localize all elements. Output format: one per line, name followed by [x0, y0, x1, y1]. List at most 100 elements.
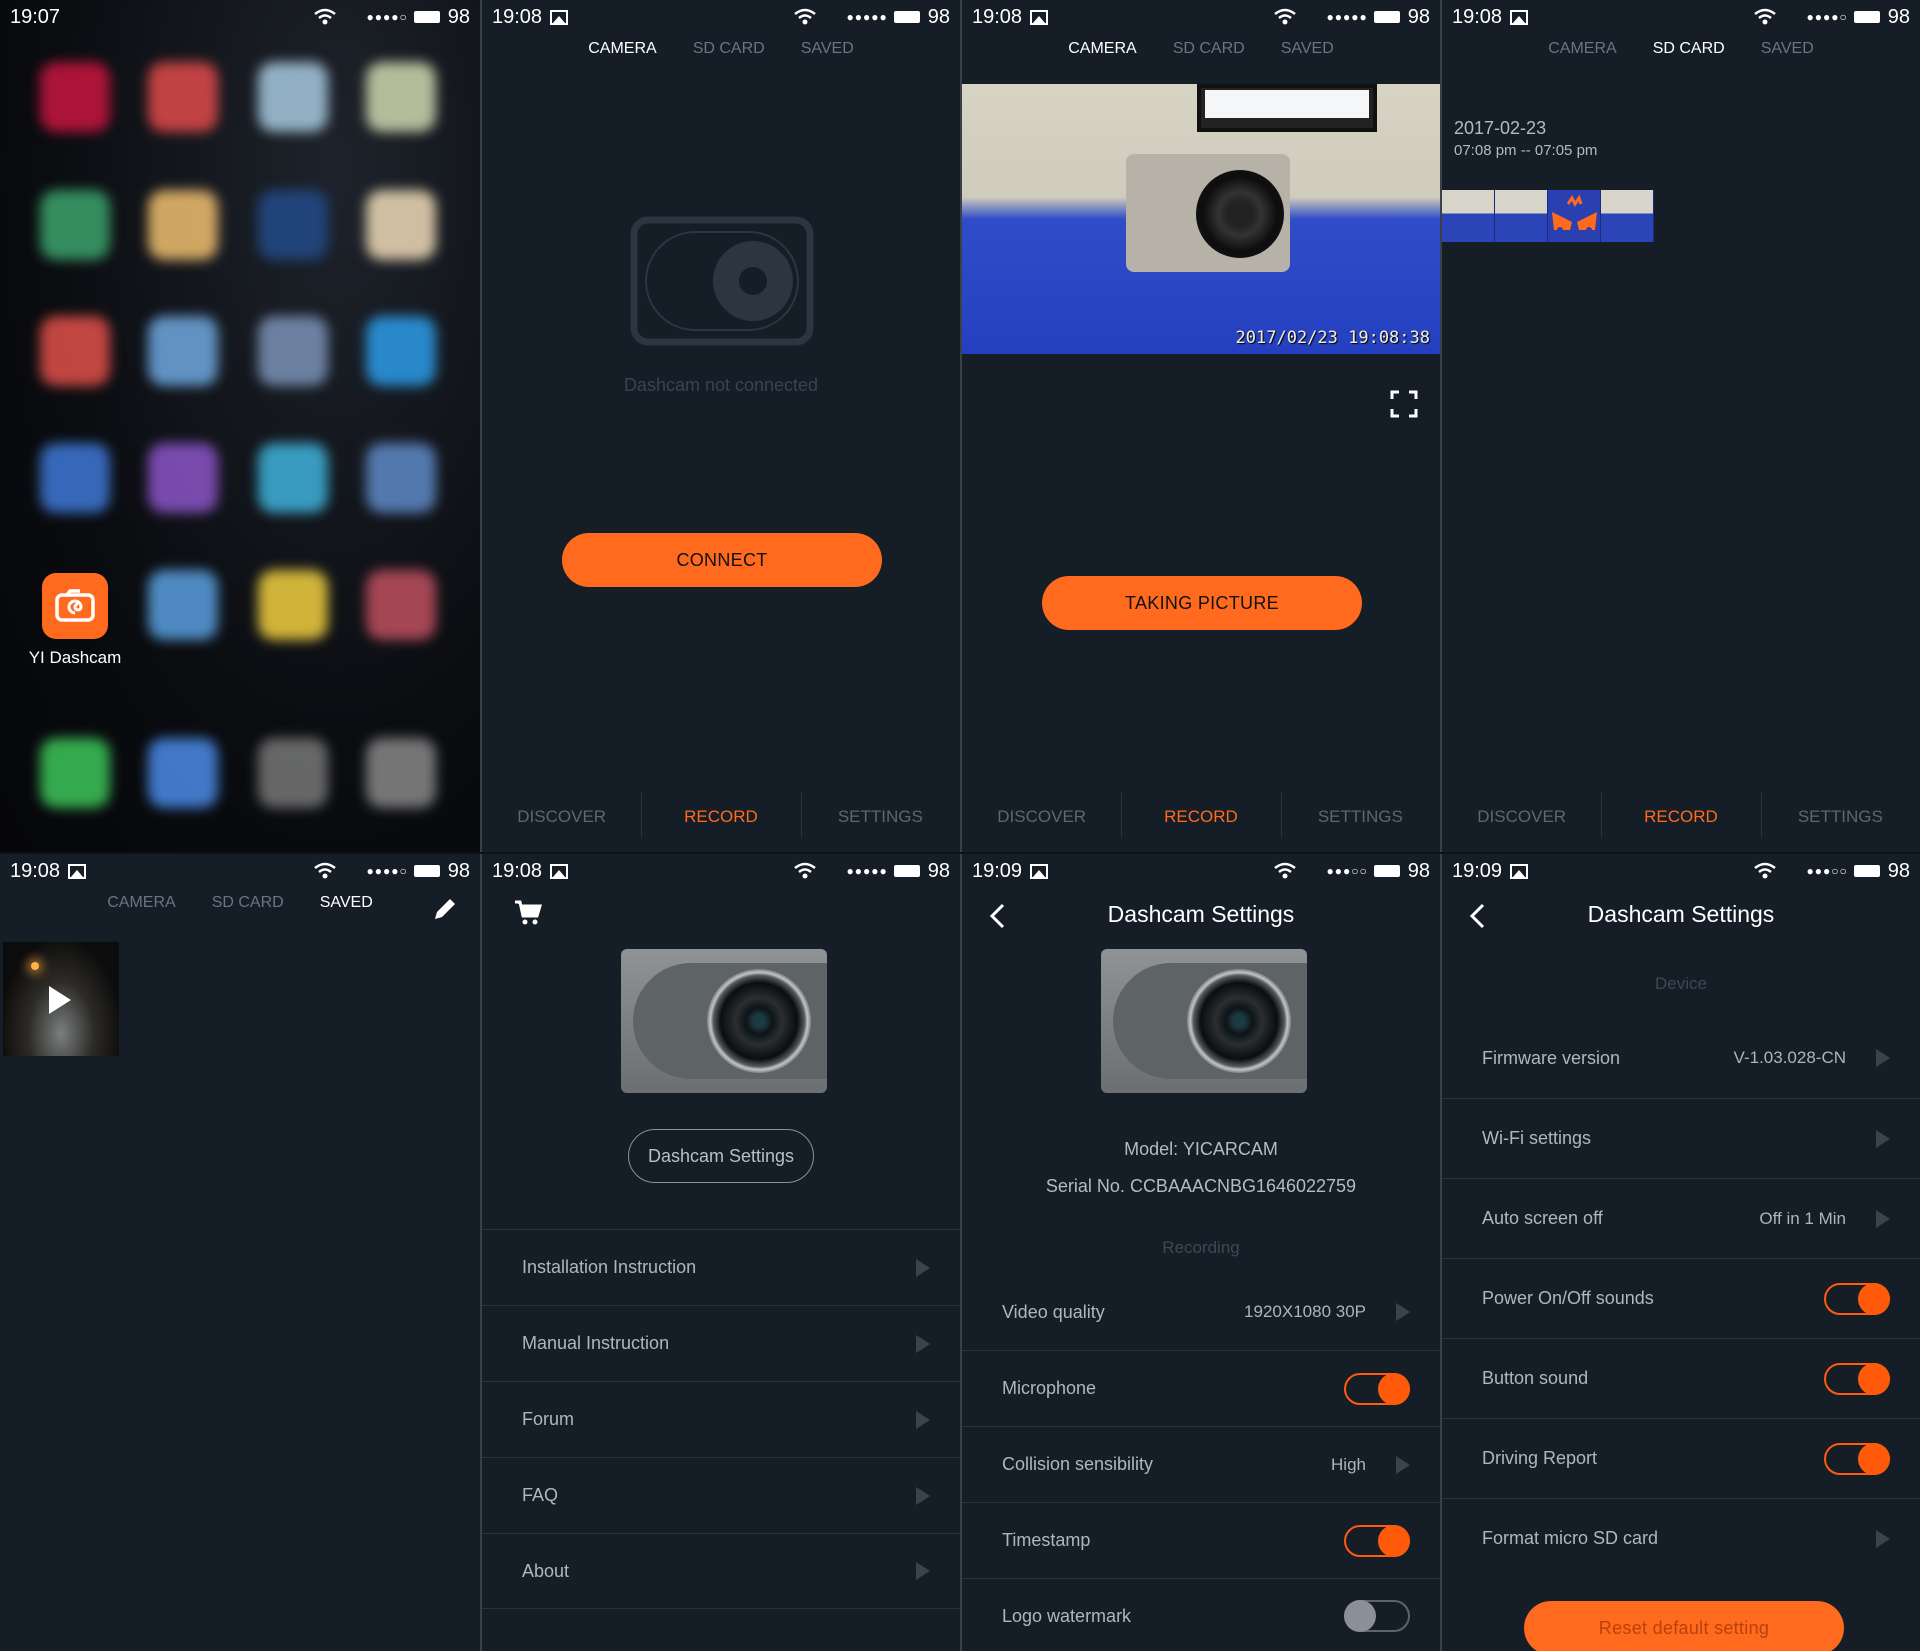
play-icon[interactable] [49, 986, 71, 1014]
tab-sd-card[interactable]: SD CARD [1653, 40, 1725, 72]
setting-auto-screen-off[interactable]: Auto screen off Off in 1 Min [1442, 1178, 1920, 1258]
device-serial: Serial No. CCBAAACNBG1646022759 [1045, 1176, 1357, 1196]
blurred-app-icon[interactable] [148, 316, 218, 386]
setting-collision-sensibility[interactable]: Collision sensibility High [962, 1426, 1440, 1502]
blurred-app-icon[interactable] [40, 62, 110, 132]
blurred-app-icon[interactable] [148, 443, 218, 513]
edit-pencil-icon[interactable] [432, 896, 458, 922]
dashcam-product-image [621, 949, 827, 1093]
sd-card-screen: 19:08 ●●●●○ 98 CAMERA SD CARD SAVED 2017… [1440, 0, 1920, 852]
setting-video-quality[interactable]: Video quality 1920X1080 30P [962, 1274, 1440, 1350]
battery-level: 98 [447, 5, 470, 28]
blurred-app-icon[interactable] [148, 62, 218, 132]
menu-item-faq[interactable]: FAQ [482, 1457, 960, 1533]
tab-saved[interactable]: SAVED [320, 894, 373, 926]
menu-item-label: About [522, 1560, 570, 1581]
fullscreen-icon[interactable] [1390, 390, 1418, 418]
status-time: 19:09 [1452, 859, 1503, 882]
tab-saved[interactable]: SAVED [1281, 40, 1334, 72]
take-picture-button[interactable]: TAKING PICTURE [1042, 576, 1362, 630]
nav-record[interactable]: RECORD [1121, 793, 1280, 837]
power-sounds-toggle[interactable] [1824, 1282, 1890, 1315]
signal-icon: ●●●○○ [1326, 864, 1368, 878]
blurred-app-icon[interactable] [366, 62, 436, 132]
yi-dashcam-app-icon[interactable] [42, 573, 108, 639]
blurred-app-icon[interactable] [366, 570, 436, 640]
tab-camera[interactable]: CAMERA [1548, 40, 1616, 72]
blurred-app-icon[interactable] [148, 570, 218, 640]
blurred-app-icon[interactable] [366, 316, 436, 386]
status-time: 19:07 [10, 5, 61, 28]
saved-video-thumbnail[interactable] [3, 942, 119, 1056]
tab-camera[interactable]: CAMERA [107, 894, 175, 926]
video-thumbnail[interactable] [1495, 190, 1548, 242]
blurred-app-icon[interactable] [366, 738, 436, 808]
connect-button[interactable]: CONNECT [562, 533, 882, 587]
blurred-app-icon[interactable] [148, 738, 218, 808]
setting-label: Wi-Fi settings [1482, 1128, 1592, 1148]
blurred-app-icon[interactable] [258, 190, 328, 260]
blurred-app-icon[interactable] [148, 190, 218, 260]
tab-sd-card[interactable]: SD CARD [693, 40, 765, 72]
nav-settings[interactable]: SETTINGS [800, 793, 960, 837]
dashcam-settings-button[interactable]: Dashcam Settings [628, 1129, 814, 1183]
chevron-right-icon [1396, 1455, 1410, 1474]
blurred-app-icon[interactable] [40, 443, 110, 513]
nav-settings[interactable]: SETTINGS [1280, 793, 1440, 837]
tab-saved[interactable]: SAVED [801, 40, 854, 72]
tab-camera[interactable]: CAMERA [588, 40, 656, 72]
toggle-knob [1858, 1442, 1890, 1475]
menu-item-about[interactable]: About [482, 1533, 960, 1609]
blurred-app-icon[interactable] [258, 570, 328, 640]
phone-app-icon[interactable] [40, 738, 110, 808]
reset-default-button[interactable]: Reset default setting [1524, 1601, 1844, 1651]
nav-discover[interactable]: DISCOVER [482, 807, 641, 827]
video-thumbnail[interactable] [1601, 190, 1654, 242]
blurred-app-icon[interactable] [258, 738, 328, 808]
live-preview[interactable]: 2017/02/23 19:08:38 [962, 84, 1440, 354]
menu-item-forum[interactable]: Forum [482, 1381, 960, 1457]
tab-camera[interactable]: CAMERA [1068, 40, 1136, 72]
wifi-icon [313, 862, 336, 879]
discover-menu: Installation Instruction Manual Instruct… [482, 1229, 960, 1609]
nav-settings[interactable]: SETTINGS [1760, 793, 1920, 837]
chevron-right-icon [1876, 1049, 1890, 1067]
setting-firmware-version[interactable]: Firmware version V-1.03.028-CN [1442, 1018, 1920, 1098]
recording-timeline[interactable] [1442, 190, 1654, 242]
nav-record[interactable]: RECORD [1601, 793, 1760, 837]
blurred-app-icon[interactable] [258, 443, 328, 513]
signal-icon: ●●●●● [846, 10, 888, 24]
menu-item-label: FAQ [522, 1485, 559, 1505]
video-thumbnail[interactable] [1442, 190, 1495, 242]
setting-label: Driving Report [1482, 1448, 1598, 1468]
collision-event-thumbnail[interactable] [1548, 190, 1601, 242]
menu-item-manual[interactable]: Manual Instruction [482, 1305, 960, 1381]
microphone-toggle[interactable] [1344, 1372, 1410, 1405]
button-sound-toggle[interactable] [1824, 1362, 1890, 1395]
section-header-recording: Recording [1162, 1238, 1240, 1257]
setting-label: Video quality [1002, 1301, 1105, 1322]
tab-saved[interactable]: SAVED [1761, 40, 1814, 72]
tab-sd-card[interactable]: SD CARD [1173, 40, 1245, 72]
nav-discover[interactable]: DISCOVER [1442, 807, 1601, 827]
shopping-cart-icon[interactable] [514, 900, 542, 926]
blurred-app-icon[interactable] [366, 190, 436, 260]
setting-format-sd[interactable]: Format micro SD card [1442, 1498, 1920, 1578]
driving-report-toggle[interactable] [1824, 1442, 1890, 1475]
nav-record[interactable]: RECORD [641, 793, 800, 837]
tab-sd-card[interactable]: SD CARD [212, 894, 284, 926]
blurred-app-icon[interactable] [40, 316, 110, 386]
blurred-app-icon[interactable] [258, 62, 328, 132]
nav-discover[interactable]: DISCOVER [962, 807, 1121, 827]
blurred-app-icon[interactable] [40, 190, 110, 260]
logo-watermark-toggle[interactable] [1344, 1600, 1410, 1632]
blurred-app-icon[interactable] [366, 443, 436, 513]
status-time: 19:08 [1452, 5, 1503, 28]
setting-logo-watermark: Logo watermark [962, 1578, 1440, 1651]
signal-icon: ●●●○○ [1806, 864, 1848, 878]
media-tabs: CAMERA SD CARD SAVED [482, 40, 960, 72]
blurred-app-icon[interactable] [258, 316, 328, 386]
setting-wifi[interactable]: Wi-Fi settings [1442, 1098, 1920, 1178]
timestamp-toggle[interactable] [1344, 1524, 1410, 1557]
menu-item-installation[interactable]: Installation Instruction [482, 1229, 960, 1305]
